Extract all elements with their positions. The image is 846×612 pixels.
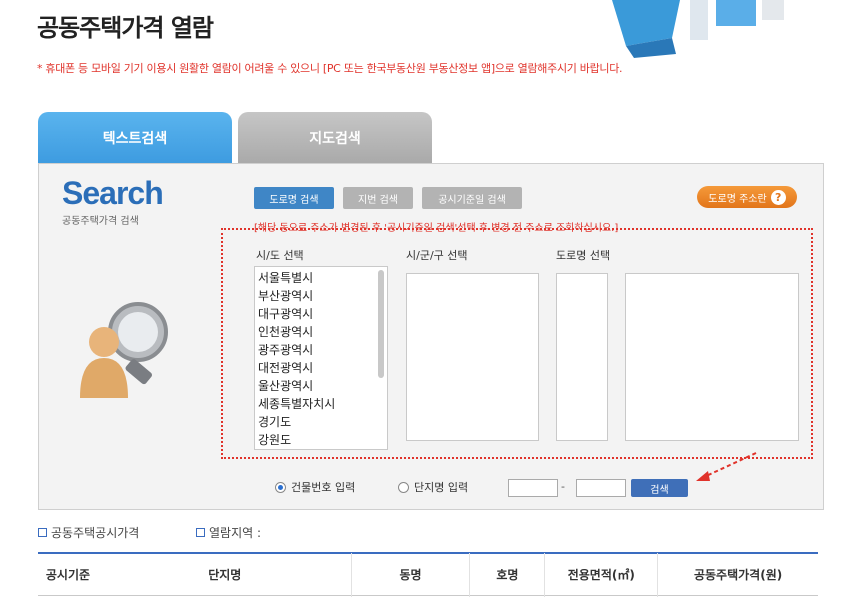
road-initial-listbox[interactable] (556, 273, 608, 441)
road-label: 도로명 선택 (556, 249, 611, 262)
crumb-region-label: 열람지역 : (209, 526, 262, 540)
search-logo: Search (62, 175, 164, 211)
sido-option[interactable]: 대전광역시 (258, 359, 387, 377)
th-date: 공시기준 (45, 568, 91, 582)
th-dong: 동명 (399, 568, 422, 582)
bullet-square-icon (196, 528, 205, 537)
road-name-listbox[interactable] (625, 273, 799, 441)
mobile-notice: * 휴대폰 등 모바일 기기 이용시 원활한 열람이 어려울 수 있으니 [PC… (37, 62, 623, 75)
main-number-input[interactable] (508, 479, 558, 497)
radio-building-number[interactable]: 건물번호 입력 (275, 479, 355, 495)
sido-listbox[interactable]: 서울특별시 부산광역시 대구광역시 인천광역시 광주광역시 대전광역시 울산광역… (254, 266, 388, 450)
sido-option[interactable]: 울산광역시 (258, 377, 387, 395)
road-search-button[interactable]: 도로명 검색 (254, 187, 334, 209)
person-magnifier-icon (80, 302, 168, 398)
sub-number-input[interactable] (576, 479, 626, 497)
bullet-square-icon (38, 528, 47, 537)
radio-dot[interactable] (398, 481, 409, 493)
number-dash: - (561, 480, 565, 493)
question-icon: ? (770, 189, 786, 205)
crumb-price: 공동주택공시가격 (38, 524, 139, 541)
lot-search-button[interactable]: 지번 검색 (343, 187, 413, 209)
sigungu-label: 시/군/구 선택 (406, 249, 468, 262)
sido-option[interactable]: 광주광역시 (258, 341, 387, 359)
search-button[interactable]: 검색 (631, 479, 688, 497)
header-illustration (612, 0, 784, 58)
sido-option[interactable]: 대구광역시 (258, 305, 387, 323)
sido-option[interactable]: 강원도 (258, 431, 387, 449)
page-title: 공동주택가격 열람 (37, 14, 214, 42)
date-search-button[interactable]: 공시기준일 검색 (422, 187, 522, 209)
help-label: 도로명 주소란 (708, 193, 767, 205)
sido-label: 시/도 선택 (256, 249, 304, 262)
sido-option[interactable]: 서울특별시 (258, 269, 387, 287)
pointer-arrow (696, 452, 757, 481)
sigungu-listbox[interactable] (406, 273, 539, 441)
crumb-region: 열람지역 : (196, 524, 261, 541)
th-ho: 호명 (496, 568, 519, 582)
radio-dot[interactable] (275, 481, 286, 493)
result-table-header: 공시기준 단지명 동명 호명 전용면적(㎡) 공동주택가격(원) (38, 552, 818, 597)
sido-option[interactable]: 인천광역시 (258, 323, 387, 341)
road-address-help-button[interactable]: 도로명 주소란 ? (697, 186, 797, 208)
tab-text-search[interactable]: 텍스트검색 (38, 112, 232, 164)
sido-option[interactable]: 경기도 (258, 413, 387, 431)
radio-label: 건물번호 입력 (291, 481, 356, 494)
crumb-price-label: 공동주택공시가격 (51, 526, 140, 540)
sido-option[interactable]: 세종특별자치시 (258, 395, 387, 413)
radio-label: 단지명 입력 (414, 481, 469, 494)
tab-map-search[interactable]: 지도검색 (238, 112, 432, 164)
th-complex: 단지명 (208, 568, 242, 582)
sido-option[interactable]: 부산광역시 (258, 287, 387, 305)
search-logo-sub: 공동주택가격 검색 (62, 216, 139, 227)
th-area: 전용면적(㎡) (567, 568, 635, 582)
sido-scrollbar[interactable] (378, 270, 384, 378)
th-price: 공동주택가격(원) (693, 568, 783, 582)
radio-complex-name[interactable]: 단지명 입력 (398, 479, 468, 495)
